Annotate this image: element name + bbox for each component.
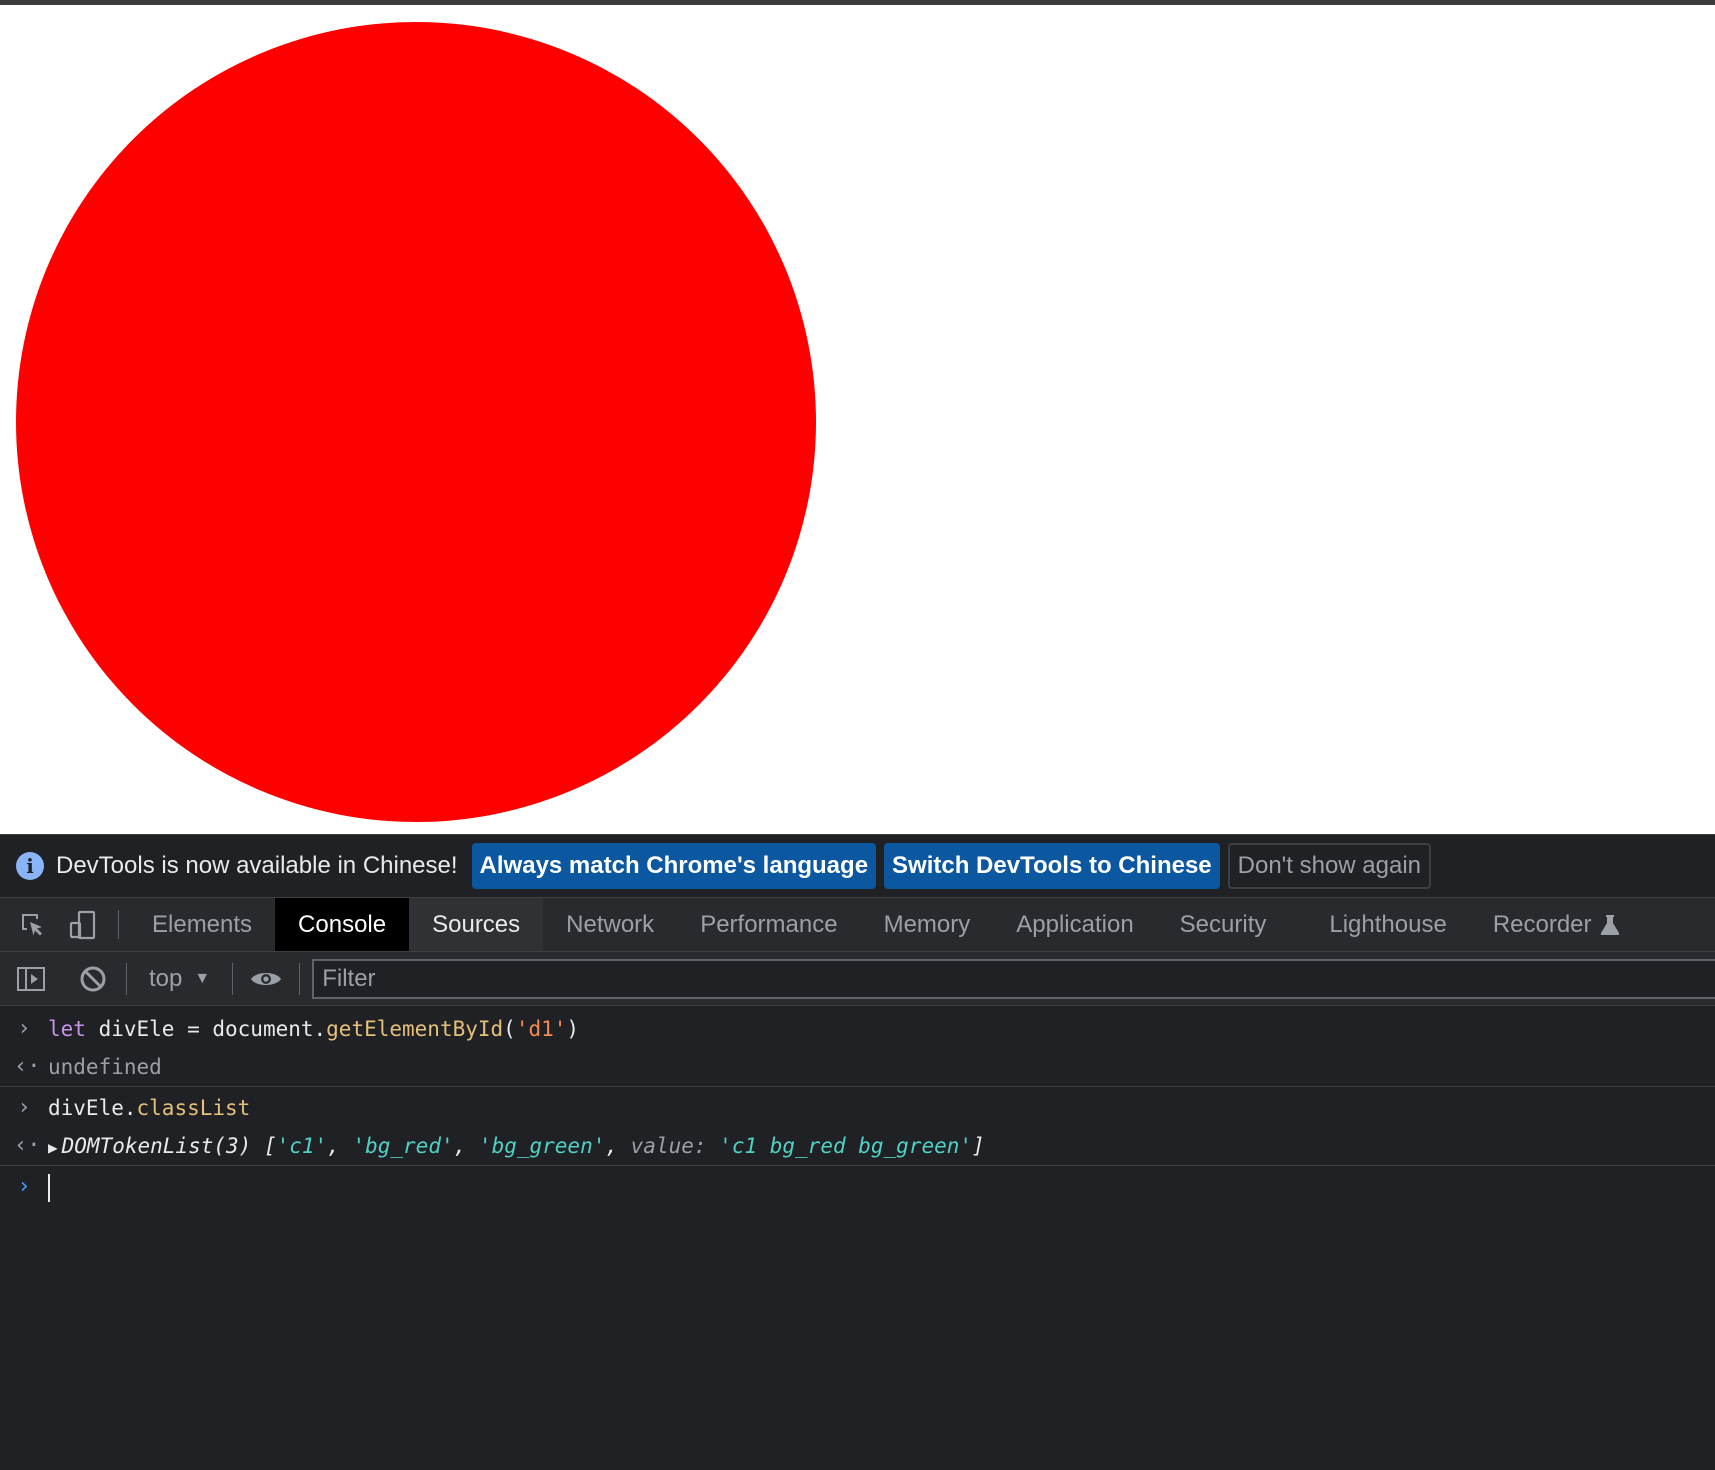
context-selector[interactable]: top ▼: [135, 965, 224, 993]
devtools-tab-bar: Elements Console Sources Network Perform…: [0, 898, 1715, 952]
toolbar-separator: [126, 962, 127, 995]
result-item: 'c1': [276, 1134, 328, 1158]
switch-to-chinese-button[interactable]: Switch DevTools to Chinese: [884, 843, 1220, 889]
dont-show-again-button[interactable]: Don't show again: [1227, 843, 1432, 889]
expand-triangle-icon[interactable]: ▶: [48, 1129, 58, 1167]
code-property: classList: [136, 1096, 251, 1120]
code-object: divEle.: [48, 1096, 137, 1120]
toolbar-separator: [299, 962, 301, 995]
flask-icon: [1600, 914, 1620, 936]
always-match-language-button[interactable]: Always match Chrome's language: [471, 843, 877, 889]
tab-lighthouse[interactable]: Lighthouse: [1306, 898, 1469, 951]
sidebar-toggle-icon[interactable]: [6, 952, 56, 1006]
toolbar-separator: [232, 962, 234, 995]
console-result-line: ‹· undefined: [0, 1048, 1715, 1087]
code-method: getElementById: [326, 1017, 504, 1041]
tab-sources[interactable]: Sources: [409, 898, 544, 951]
code-paren: ): [566, 1017, 580, 1041]
result-comma: ,: [453, 1134, 479, 1158]
red-circle-div: [16, 22, 816, 822]
tab-recorder-label: Recorder: [1492, 910, 1592, 938]
tab-network[interactable]: Network: [543, 898, 677, 951]
input-chevron-icon: ›: [17, 1095, 31, 1120]
result-value: 'c1 bg_red bg_green': [719, 1134, 973, 1158]
result-arrow-icon: ‹·: [14, 1133, 41, 1158]
dropdown-arrow-icon: ▼: [194, 969, 211, 987]
tab-console[interactable]: Console: [275, 898, 410, 951]
context-label: top: [149, 964, 183, 992]
console-toolbar: top ▼ Filter: [0, 952, 1715, 1006]
infobar-message: DevTools is now available in Chinese!: [56, 852, 458, 879]
result-comma: ,: [327, 1134, 353, 1158]
result-value: undefined: [48, 1055, 162, 1079]
result-key: value: [630, 1134, 694, 1158]
info-icon: i: [16, 852, 44, 880]
result-type: DOMTokenList(3): [61, 1134, 252, 1158]
text-caret: [48, 1174, 50, 1202]
input-chevron-icon: ›: [17, 1016, 31, 1041]
result-comma: ,: [605, 1134, 631, 1158]
code-text: divEle = document.: [85, 1017, 327, 1041]
result-item: 'bg_green': [478, 1134, 606, 1158]
result-colon: :: [693, 1134, 720, 1158]
code-keyword: let: [48, 1017, 86, 1041]
device-toolbar-icon[interactable]: [58, 898, 108, 951]
filter-input[interactable]: Filter: [312, 958, 1715, 999]
prompt-chevron-icon: ›: [17, 1174, 31, 1199]
tab-application[interactable]: Application: [993, 898, 1156, 951]
result-item: 'bg_red': [352, 1134, 454, 1158]
tab-separator: [118, 910, 119, 939]
console-output: › let divEle = document.getElementById('…: [0, 1006, 1715, 1470]
tab-recorder[interactable]: Recorder: [1470, 898, 1643, 951]
tab-memory[interactable]: Memory: [861, 898, 994, 951]
code-paren: (: [503, 1017, 516, 1041]
result-arrow-icon: ‹·: [14, 1054, 41, 1079]
filter-placeholder: Filter: [322, 964, 376, 992]
console-input-line: › divEle.classList: [0, 1089, 1715, 1127]
tab-performance[interactable]: Performance: [677, 898, 860, 951]
tab-elements[interactable]: Elements: [129, 898, 275, 951]
inspect-element-icon[interactable]: [8, 898, 58, 951]
page-viewport: [0, 5, 1715, 834]
live-expression-icon[interactable]: [241, 952, 291, 1006]
result-bracket: [: [251, 1134, 277, 1158]
clear-console-icon[interactable]: [68, 952, 118, 1006]
language-infobar: i DevTools is now available in Chinese! …: [0, 834, 1715, 898]
console-input-line: › let divEle = document.getElementById('…: [0, 1010, 1715, 1048]
tab-security[interactable]: Security: [1157, 898, 1307, 951]
console-prompt[interactable]: ›: [0, 1168, 1715, 1206]
result-bracket: ]: [972, 1134, 985, 1158]
code-string: 'd1': [515, 1017, 567, 1041]
console-result-line[interactable]: ‹· ▶ DOMTokenList(3) ['c1', 'bg_red', 'bg…: [0, 1127, 1715, 1166]
